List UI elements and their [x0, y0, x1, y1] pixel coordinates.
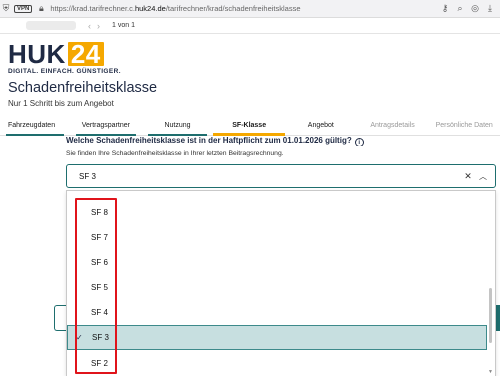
back-button-edge[interactable]	[54, 305, 66, 331]
step-sf-klasse[interactable]: SF-Klasse	[213, 118, 285, 136]
sf-class-dropdown: SF 8 SF 7 SF 6 SF 5 SF 4 ✓ SF 3 SF 2 ▼	[66, 190, 496, 376]
option-sf-2[interactable]: SF 2	[67, 351, 487, 376]
sf-class-select[interactable]: ✕ ︿	[66, 164, 496, 188]
progress-steps: Fahrzeugdaten Vertragspartner Nutzung SF…	[0, 118, 500, 136]
logo-tagline: DIGITAL. EINFACH. GÜNSTIGER.	[8, 68, 121, 75]
clear-icon[interactable]: ✕	[461, 171, 475, 182]
page-nav-arrows[interactable]: ‹›	[88, 21, 106, 31]
step-nutzung[interactable]: Nutzung	[142, 118, 214, 136]
vpn-badge[interactable]: VPN	[14, 4, 33, 13]
step-persoenliche-daten: Persönliche Daten	[435, 122, 493, 129]
key-icon[interactable]: ⚷	[439, 3, 451, 15]
dropdown-scrollbar[interactable]: ▼	[487, 191, 494, 376]
url-field[interactable]: https://krad.tarifrechner.c.huk24.de/tar…	[50, 4, 300, 13]
sf-class-input[interactable]	[79, 171, 439, 181]
logo-brand: HUK	[8, 39, 66, 69]
browser-address-bar: ⛨ VPN 🔒︎ https://krad.tarifrechner.c.huk…	[0, 0, 500, 18]
option-sf-6[interactable]: SF 6	[67, 250, 487, 275]
page-indicator: 1 von 1	[112, 22, 135, 29]
help-icon[interactable]: i	[354, 138, 364, 146]
option-sf-8[interactable]: SF 8	[67, 200, 487, 225]
form-hint: Sie finden Ihre Schadenfreiheitsklasse i…	[66, 150, 284, 157]
step-vertragspartner[interactable]: Vertragspartner	[70, 118, 142, 136]
check-icon: ✓	[76, 333, 83, 342]
logo-brand-number: 24	[67, 41, 104, 67]
shield-icon: ⛨	[2, 3, 10, 13]
option-sf-7[interactable]: SF 7	[67, 225, 487, 250]
page-subtitle: Nur 1 Schritt bis zum Angebot	[8, 99, 114, 108]
step-fahrzeugdaten[interactable]: Fahrzeugdaten	[0, 118, 70, 136]
pdf-toolbar: ‹› 1 von 1	[0, 18, 500, 34]
form-question: Welche Schadenfreiheitsklasse ist in der…	[66, 136, 364, 146]
page-title: Schadenfreiheitsklasse	[8, 80, 158, 96]
step-angebot: Angebot	[307, 122, 334, 129]
scroll-down-icon[interactable]: ▼	[488, 369, 493, 375]
chevron-up-icon[interactable]: ︿	[475, 171, 491, 182]
huk24-logo[interactable]: HUK 24 DIGITAL. EINFACH. GÜNSTIGER.	[8, 39, 121, 75]
url-domain: huk24.de	[134, 4, 166, 13]
option-sf-4[interactable]: SF 4	[67, 300, 487, 325]
download-icon[interactable]: ⤓	[484, 3, 496, 15]
option-sf-3[interactable]: ✓ SF 3	[67, 325, 487, 350]
scrollbar-thumb[interactable]	[489, 288, 492, 343]
lock-icon: 🔒︎	[38, 3, 44, 13]
extension-icon[interactable]: ◎	[469, 3, 481, 15]
step-antragsdetails: Antragsdetails	[370, 122, 415, 129]
pdf-search-field[interactable]	[26, 21, 76, 30]
search-icon[interactable]: ⌕	[454, 3, 466, 15]
option-sf-5[interactable]: SF 5	[67, 275, 487, 300]
